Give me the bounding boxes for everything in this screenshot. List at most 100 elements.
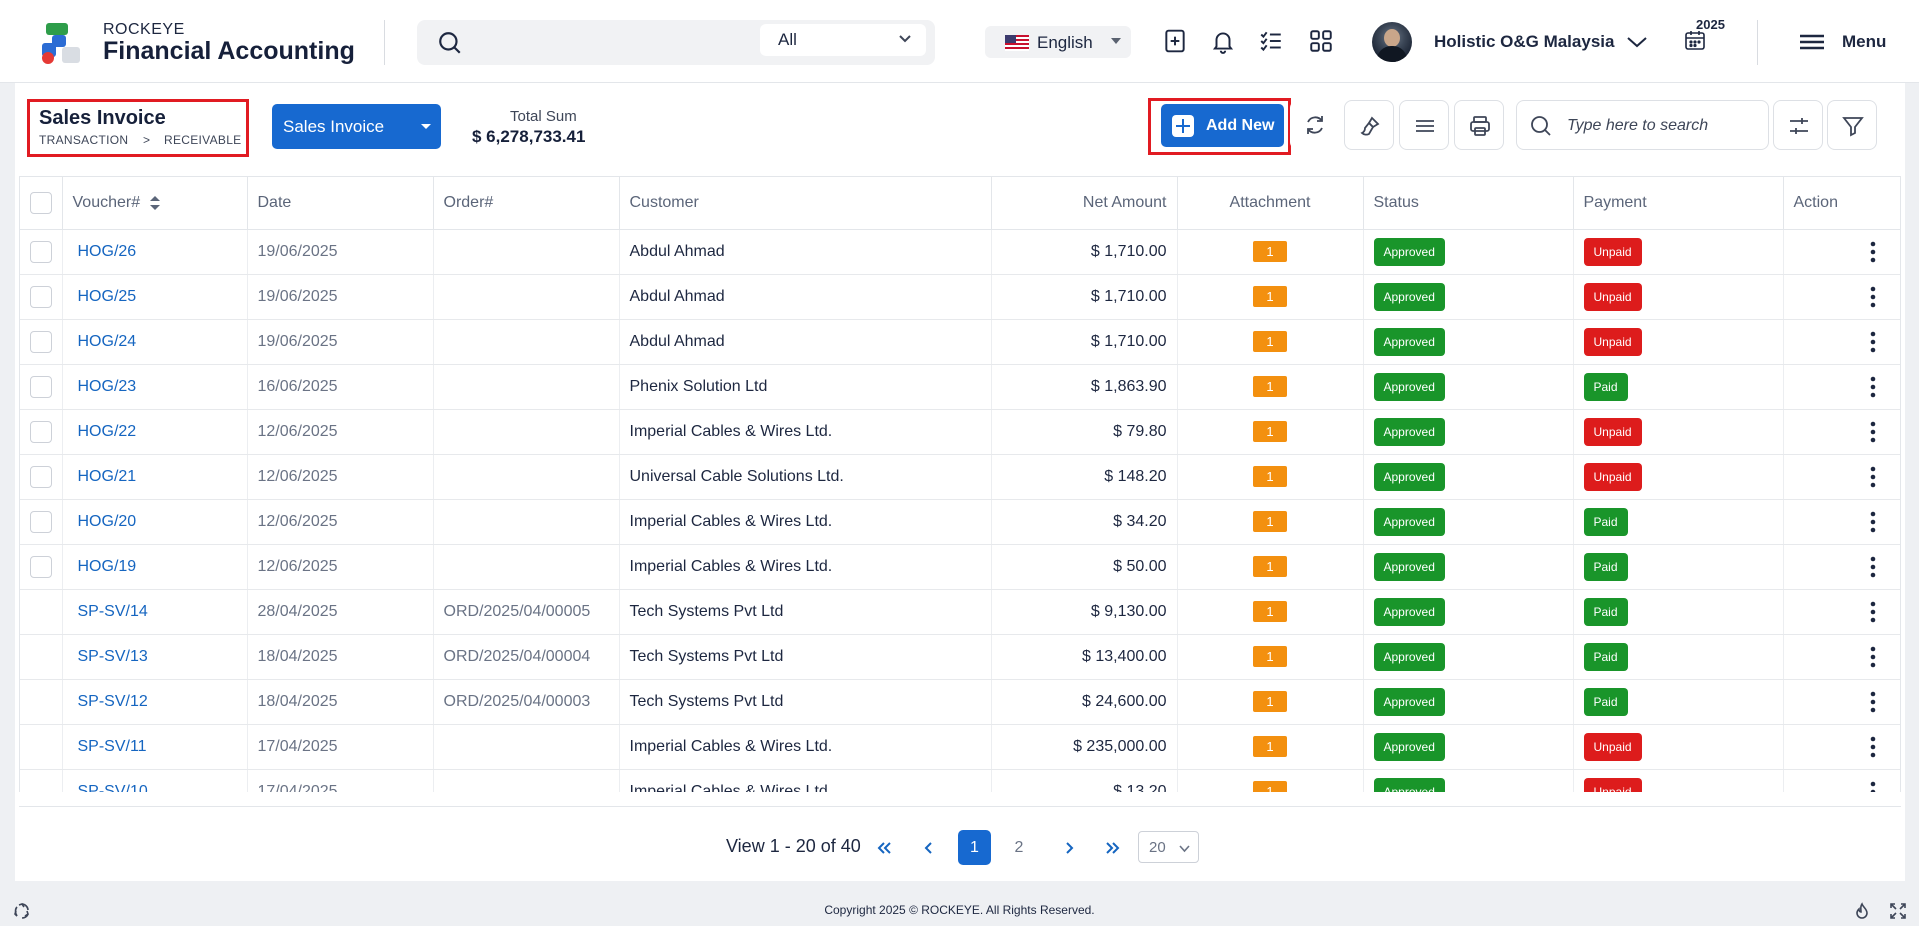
sort-icon[interactable] bbox=[150, 195, 161, 210]
voucher-link[interactable]: SP-SV/11 bbox=[78, 738, 147, 755]
kebab-icon[interactable] bbox=[1870, 601, 1876, 623]
app-logo-icon[interactable] bbox=[42, 21, 82, 65]
add-new-button[interactable]: Add New bbox=[1161, 104, 1284, 147]
row-checkbox[interactable] bbox=[30, 420, 52, 443]
bell-icon[interactable] bbox=[1210, 28, 1236, 54]
voucher-link[interactable]: HOG/19 bbox=[78, 558, 137, 575]
attachment-count-badge[interactable]: 1 bbox=[1253, 331, 1287, 352]
kebab-icon[interactable] bbox=[1870, 241, 1876, 263]
kebab-icon[interactable] bbox=[1870, 466, 1876, 488]
column-order[interactable]: Order# bbox=[433, 177, 620, 230]
voucher-link[interactable]: HOG/26 bbox=[78, 243, 137, 260]
columns-button[interactable] bbox=[1399, 100, 1449, 150]
menu-button[interactable]: Menu bbox=[1800, 28, 1910, 56]
kebab-icon[interactable] bbox=[1870, 286, 1876, 308]
avatar[interactable] bbox=[1372, 22, 1412, 62]
row-checkbox[interactable] bbox=[30, 240, 52, 263]
last-page-button[interactable] bbox=[1099, 830, 1127, 865]
voucher-type-select[interactable]: Sales Invoice bbox=[272, 104, 441, 149]
attachment-count-badge[interactable]: 1 bbox=[1253, 511, 1287, 532]
row-checkbox[interactable] bbox=[30, 510, 52, 533]
search-icon[interactable] bbox=[437, 30, 463, 56]
attachment-count-badge[interactable]: 1 bbox=[1253, 646, 1287, 667]
attachment-count-badge[interactable]: 1 bbox=[1253, 736, 1287, 757]
table-row[interactable]: HOG/21 12/06/2025 Universal Cable Solution… bbox=[20, 454, 1900, 500]
table-row[interactable]: SP-SV/13 18/04/2025 ORD/2025/04/00004 Tech … bbox=[20, 634, 1900, 680]
row-checkbox[interactable] bbox=[30, 285, 52, 308]
column-attachment[interactable]: Attachment bbox=[1177, 177, 1364, 230]
next-page-button[interactable] bbox=[1057, 830, 1081, 865]
table-row[interactable]: HOG/24 19/06/2025 Abdul Ahmad $ 1,710.00 1 Ap… bbox=[20, 319, 1900, 365]
column-status[interactable]: Status bbox=[1363, 177, 1574, 230]
voucher-link[interactable]: HOG/24 bbox=[78, 333, 137, 350]
kebab-icon[interactable] bbox=[1870, 781, 1876, 793]
voucher-link[interactable]: SP-SV/12 bbox=[78, 693, 148, 710]
voucher-link[interactable]: SP-SV/14 bbox=[78, 603, 148, 620]
settings-button[interactable] bbox=[1773, 100, 1823, 150]
language-select[interactable]: English bbox=[985, 26, 1131, 58]
table-row[interactable]: HOG/20 12/06/2025 Imperial Cables & Wires … bbox=[20, 499, 1900, 545]
voucher-link[interactable]: HOG/20 bbox=[78, 513, 137, 530]
clear-button[interactable] bbox=[1344, 100, 1394, 150]
table-row[interactable]: HOG/26 19/06/2025 Abdul Ahmad $ 1,710.00 1 Ap… bbox=[20, 229, 1900, 275]
page-size-select[interactable]: 20 bbox=[1138, 831, 1199, 863]
apps-grid-icon[interactable] bbox=[1308, 28, 1334, 54]
row-checkbox[interactable] bbox=[30, 330, 52, 353]
select-all-checkbox[interactable] bbox=[30, 191, 52, 214]
attachment-count-badge[interactable]: 1 bbox=[1253, 286, 1287, 307]
chevron-down-icon[interactable] bbox=[1626, 34, 1648, 50]
company-name[interactable]: Holistic O&G Malaysia bbox=[1434, 32, 1614, 52]
first-page-button[interactable] bbox=[870, 830, 898, 865]
table-search-input[interactable] bbox=[1567, 114, 1757, 138]
column-voucher[interactable]: Voucher# bbox=[62, 177, 248, 230]
table-row[interactable]: HOG/25 19/06/2025 Abdul Ahmad $ 1,710.00 1 Ap… bbox=[20, 274, 1900, 320]
row-checkbox[interactable] bbox=[30, 555, 52, 578]
voucher-link[interactable]: SP-SV/13 bbox=[78, 648, 148, 665]
attachment-count-badge[interactable]: 1 bbox=[1253, 556, 1287, 577]
voucher-link[interactable]: HOG/23 bbox=[78, 378, 137, 395]
kebab-icon[interactable] bbox=[1870, 646, 1876, 668]
kebab-icon[interactable] bbox=[1870, 511, 1876, 533]
attachment-count-badge[interactable]: 1 bbox=[1253, 781, 1287, 792]
table-row[interactable]: SP-SV/12 18/04/2025 ORD/2025/04/00003 Tech … bbox=[20, 679, 1900, 725]
voucher-link[interactable]: HOG/22 bbox=[78, 423, 137, 440]
attachment-count-badge[interactable]: 1 bbox=[1253, 376, 1287, 397]
column-net-amount[interactable]: Net Amount bbox=[991, 177, 1178, 230]
breadcrumb-receivable[interactable]: RECEIVABLE bbox=[164, 133, 241, 147]
filter-button[interactable] bbox=[1827, 100, 1877, 150]
flame-icon[interactable] bbox=[1853, 902, 1871, 920]
attachment-count-badge[interactable]: 1 bbox=[1253, 421, 1287, 442]
page-2-button[interactable]: 2 bbox=[1006, 830, 1032, 865]
bookmark-add-icon[interactable] bbox=[1162, 28, 1188, 54]
kebab-icon[interactable] bbox=[1870, 556, 1876, 578]
table-row[interactable]: SP-SV/10 17/04/2025 Imperial Cables & Wire… bbox=[20, 769, 1900, 793]
column-customer[interactable]: Customer bbox=[619, 177, 992, 230]
attachment-count-badge[interactable]: 1 bbox=[1253, 466, 1287, 487]
table-row[interactable]: SP-SV/14 28/04/2025 ORD/2025/04/00005 Tech … bbox=[20, 589, 1900, 635]
table-row[interactable]: HOG/22 12/06/2025 Imperial Cables & Wires … bbox=[20, 409, 1900, 455]
fullscreen-icon[interactable] bbox=[1889, 902, 1907, 920]
kebab-icon[interactable] bbox=[1870, 331, 1876, 353]
table-row[interactable]: HOG/19 12/06/2025 Imperial Cables & Wires … bbox=[20, 544, 1900, 590]
kebab-icon[interactable] bbox=[1870, 691, 1876, 713]
attachment-count-badge[interactable]: 1 bbox=[1253, 601, 1287, 622]
voucher-link[interactable]: HOG/25 bbox=[78, 288, 137, 305]
kebab-icon[interactable] bbox=[1870, 736, 1876, 758]
attachment-count-badge[interactable]: 1 bbox=[1253, 241, 1287, 262]
prev-page-button[interactable] bbox=[917, 830, 941, 865]
breadcrumb-transaction[interactable]: TRANSACTION bbox=[39, 133, 128, 147]
checklist-icon[interactable] bbox=[1258, 28, 1284, 54]
voucher-link[interactable]: SP-SV/10 bbox=[78, 783, 148, 793]
voucher-link[interactable]: HOG/21 bbox=[78, 468, 137, 485]
table-row[interactable]: SP-SV/11 17/04/2025 Imperial Cables & Wire… bbox=[20, 724, 1900, 770]
print-button[interactable] bbox=[1454, 100, 1504, 150]
row-checkbox[interactable] bbox=[30, 375, 52, 398]
column-date[interactable]: Date bbox=[247, 177, 434, 230]
kebab-icon[interactable] bbox=[1870, 421, 1876, 443]
attachment-count-badge[interactable]: 1 bbox=[1253, 691, 1287, 712]
global-search-input[interactable] bbox=[477, 28, 767, 57]
page-1-button[interactable]: 1 bbox=[958, 830, 991, 865]
column-payment[interactable]: Payment bbox=[1573, 177, 1784, 230]
table-row[interactable]: HOG/23 16/06/2025 Phenix Solution Ltd $ 1,8… bbox=[20, 364, 1900, 410]
refresh-button[interactable] bbox=[1290, 100, 1340, 150]
